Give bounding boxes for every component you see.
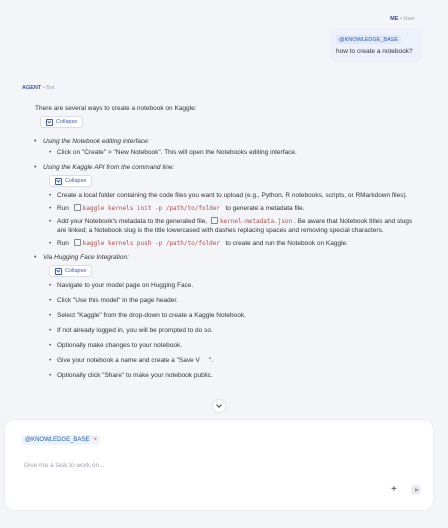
scroll-down-button[interactable] xyxy=(213,400,225,412)
code-snippet: kaggle kernels push -p /path/to/folder xyxy=(82,240,221,247)
list-item: Click "Use this model" in the page heade… xyxy=(49,296,415,305)
code-snippet: kaggle kernels init -p /path/to/folder xyxy=(82,205,221,212)
code-snippet: kernel-metadata.json xyxy=(219,218,293,225)
add-attachment-icon[interactable]: + xyxy=(391,484,397,495)
message-composer: @KNOWLEDGE_BASE× + xyxy=(5,420,433,510)
agent-name: AGENT xyxy=(22,85,42,91)
user-role: User xyxy=(403,16,415,22)
copy-icon[interactable] xyxy=(73,239,81,246)
knowledge-base-tag: @KNOWLEDGE_BASE × xyxy=(22,435,100,445)
user-message-text: how to create a notebook? xyxy=(336,48,413,55)
section-editing-interface: Using the Notebook editing interface: Cl… xyxy=(34,138,415,157)
collapse-label: Collapse xyxy=(56,119,78,125)
copy-icon[interactable] xyxy=(210,217,218,224)
user-message-bubble: @KNOWLEDGE_BASE how to create a notebook… xyxy=(330,28,422,62)
collapse-icon xyxy=(46,118,53,126)
list-item-text: ". xyxy=(208,357,214,364)
send-button[interactable] xyxy=(411,485,421,495)
collapse-icon xyxy=(55,177,62,185)
section-hugging-face: Via Hugging Face Integration: Collapse N… xyxy=(34,254,415,380)
collapse-button[interactable]: Collapse xyxy=(49,175,93,187)
list-item-text: Run xyxy=(57,205,69,212)
list-item: Optionally click "Share" to make your no… xyxy=(49,371,415,380)
collapse-label: Collapse xyxy=(65,268,87,274)
list-item: Add your Notebook's metadata to the gene… xyxy=(49,217,415,235)
list-item: Run kaggle kernels init -p /path/to/fold… xyxy=(49,204,415,213)
list-item-text: Run xyxy=(57,240,69,247)
remove-tag-icon[interactable]: × xyxy=(93,437,97,443)
section-title: Via Hugging Face Integration: xyxy=(43,254,129,261)
agent-intro: There are several ways to create a noteb… xyxy=(35,105,197,112)
agent-role: Bot xyxy=(46,85,55,91)
collapse-label: Collapse xyxy=(65,178,87,184)
section-kaggle-api: Using the Kaggle API from the command li… xyxy=(34,164,415,248)
list-item: Click on "Create" > "New Notebook". This… xyxy=(49,148,415,157)
list-item-text: to generate a metadata file. xyxy=(225,205,305,212)
list-item: Run kaggle kernels push -p /path/to/fold… xyxy=(49,239,415,248)
list-item: Optionally make changes to your notebook… xyxy=(49,341,415,350)
knowledge-base-tag-label: @KNOWLEDGE_BASE xyxy=(25,437,90,443)
list-item: Select "Kaggle" from the drop-down to cr… xyxy=(49,311,415,320)
agent-message-content: There are several ways to create a noteb… xyxy=(34,104,415,380)
copy-icon[interactable] xyxy=(73,204,81,211)
knowledge-base-chip: @KNOWLEDGE_BASE xyxy=(336,35,402,44)
list-item: Navigate to your model page on Hugging F… xyxy=(49,281,415,290)
collapse-button[interactable]: Collapse xyxy=(40,116,84,128)
task-input[interactable] xyxy=(22,461,326,470)
chat-panel: ME • User @KNOWLEDGE_BASE how to create … xyxy=(0,0,448,528)
list-item-text: to create and run the Notebook on Kaggle… xyxy=(225,240,348,247)
list-item-text: Add your Notebook's metadata to the gene… xyxy=(57,218,208,225)
user-message-header: ME • User xyxy=(390,16,415,22)
collapse-button[interactable]: Collapse xyxy=(49,265,93,277)
list-item-text: Give your notebook a name and create a "… xyxy=(57,357,200,364)
agent-message-header: AGENT • Bot xyxy=(22,85,55,91)
section-title: Using the Notebook editing interface: xyxy=(43,138,150,145)
list-item: Give your notebook a name and create a "… xyxy=(49,356,415,365)
collapse-icon xyxy=(55,267,62,275)
list-item: Create a local folder containing the cod… xyxy=(49,191,415,200)
list-item: If not already logged in, you will be pr… xyxy=(49,326,415,335)
user-name: ME xyxy=(390,16,399,22)
section-title: Using the Kaggle API from the command li… xyxy=(43,164,175,171)
